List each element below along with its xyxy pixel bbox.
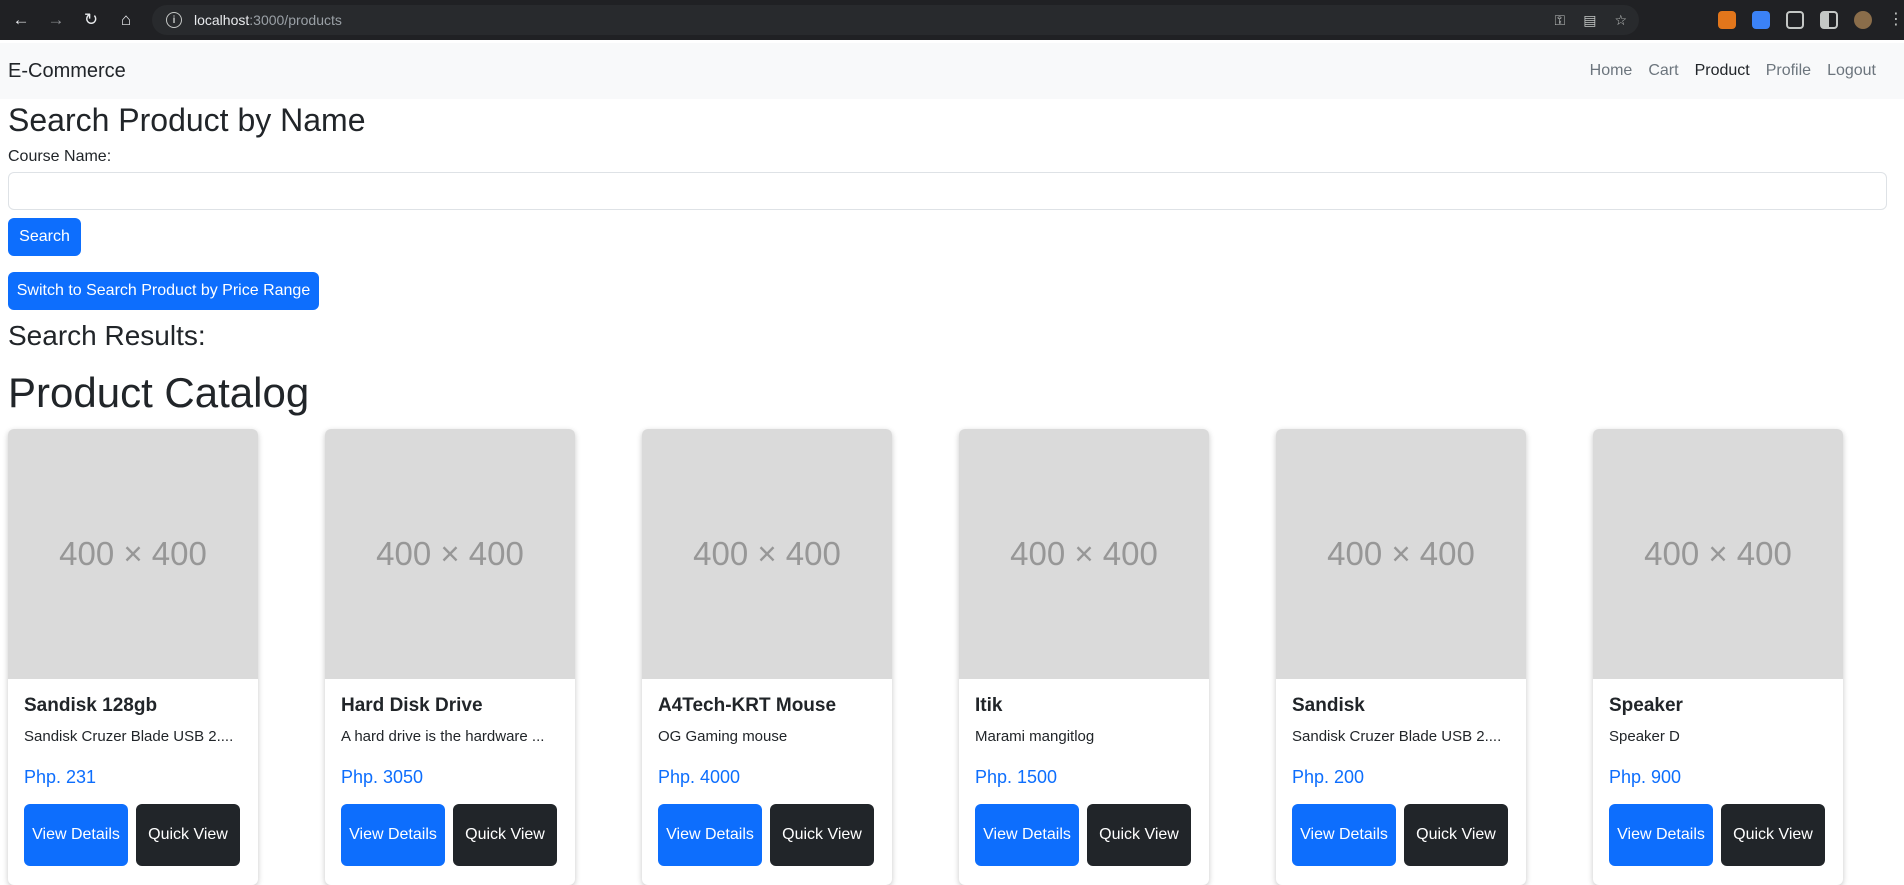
nav-product[interactable]: Product <box>1687 62 1758 80</box>
product-card: 400 × 400 Hard Disk Drive A hard drive i… <box>325 429 575 885</box>
site-navbar: E-Commerce Home Cart Product Profile Log… <box>0 43 1904 99</box>
product-image: 400 × 400 <box>959 429 1209 679</box>
back-icon[interactable]: ← <box>7 6 35 34</box>
address-bar[interactable]: i localhost:3000/products ⚿ ▤ ☆ <box>152 5 1639 35</box>
nav-links: Home Cart Product Profile Logout <box>1582 62 1884 80</box>
nav-cart[interactable]: Cart <box>1640 62 1686 80</box>
quick-view-button[interactable]: Quick View <box>136 804 240 866</box>
quick-view-button[interactable]: Quick View <box>1087 804 1191 866</box>
product-name: Speaker <box>1609 695 1683 716</box>
page: E-Commerce Home Cart Product Profile Log… <box>0 43 1904 885</box>
key-icon[interactable]: ⚿ <box>1555 12 1566 29</box>
url-path: :3000/products <box>249 12 342 28</box>
home-icon[interactable]: ⌂ <box>112 6 140 34</box>
product-name: Itik <box>975 695 1003 716</box>
main-content: Search Product by Name Course Name: Sear… <box>0 101 1904 419</box>
course-name-input[interactable] <box>8 172 1887 211</box>
product-name: Sandisk 128gb <box>24 695 158 716</box>
product-price: Php. 200 <box>1292 767 1365 787</box>
forward-icon[interactable]: → <box>42 6 70 34</box>
quick-view-button[interactable]: Quick View <box>770 804 874 866</box>
product-image: 400 × 400 <box>325 429 575 679</box>
product-card: 400 × 400 Speaker Speaker D Php. 900 Vie… <box>1593 429 1843 885</box>
view-details-button[interactable]: View Details <box>1292 804 1396 866</box>
product-image: 400 × 400 <box>1276 429 1526 679</box>
product-description: Sandisk Cruzer Blade USB 2.... <box>1292 728 1502 745</box>
brand-logo[interactable]: E-Commerce <box>8 60 126 83</box>
product-name: Sandisk <box>1292 695 1365 716</box>
product-price: Php. 900 <box>1609 767 1682 787</box>
switch-price-range-button[interactable]: Switch to Search Product by Price Range <box>8 272 319 311</box>
metamask-extension-icon[interactable] <box>1718 11 1736 29</box>
url-host: localhost <box>194 12 250 28</box>
product-name: A4Tech-KRT Mouse <box>658 695 837 716</box>
product-description: Sandisk Cruzer Blade USB 2.... <box>24 728 234 745</box>
product-card: 400 × 400 A4Tech-KRT Mouse OG Gaming mou… <box>642 429 892 885</box>
view-details-button[interactable]: View Details <box>24 804 128 866</box>
product-name: Hard Disk Drive <box>341 695 483 716</box>
product-card: 400 × 400 Sandisk Sandisk Cruzer Blade U… <box>1276 429 1526 885</box>
view-details-button[interactable]: View Details <box>975 804 1079 866</box>
product-price: Php. 4000 <box>658 767 741 787</box>
search-button[interactable]: Search <box>8 218 81 257</box>
view-details-button[interactable]: View Details <box>1609 804 1713 866</box>
nav-home[interactable]: Home <box>1582 62 1641 80</box>
search-title: Search Product by Name <box>8 102 366 138</box>
search-results-heading: Search Results: <box>8 320 206 352</box>
profile-avatar[interactable] <box>1854 11 1872 29</box>
product-price: Php. 231 <box>24 767 97 787</box>
catalog-title: Product Catalog <box>8 369 310 417</box>
product-description: Marami mangitlog <box>975 728 1095 745</box>
bookmark-star-icon[interactable]: ☆ <box>1614 12 1627 29</box>
quick-view-button[interactable]: Quick View <box>453 804 557 866</box>
product-description: Speaker D <box>1609 728 1680 745</box>
product-price: Php. 3050 <box>341 767 424 787</box>
quick-view-button[interactable]: Quick View <box>1721 804 1825 866</box>
nav-logout[interactable]: Logout <box>1819 62 1884 80</box>
quick-view-button[interactable]: Quick View <box>1404 804 1508 866</box>
product-image: 400 × 400 <box>1593 429 1843 679</box>
nav-profile[interactable]: Profile <box>1758 62 1819 80</box>
side-panel-icon[interactable] <box>1820 11 1838 29</box>
product-description: A hard drive is the hardware ... <box>341 728 545 745</box>
shield-extension-icon[interactable] <box>1752 11 1770 29</box>
extensions-puzzle-icon[interactable] <box>1786 11 1804 29</box>
product-description: OG Gaming mouse <box>658 728 788 745</box>
view-details-button[interactable]: View Details <box>341 804 445 866</box>
product-image: 400 × 400 <box>8 429 258 679</box>
view-details-button[interactable]: View Details <box>658 804 762 866</box>
product-price: Php. 1500 <box>975 767 1058 787</box>
browser-menu-icon[interactable]: ⋮ <box>1888 11 1904 29</box>
reload-icon[interactable]: ↻ <box>77 6 105 34</box>
product-card: 400 × 400 Sandisk 128gb Sandisk Cruzer B… <box>8 429 258 885</box>
product-image: 400 × 400 <box>642 429 892 679</box>
browser-toolbar: ← → ↻ ⌂ i localhost:3000/products ⚿ ▤ ☆ … <box>0 0 1904 40</box>
install-icon[interactable]: ▤ <box>1583 12 1596 29</box>
address-url[interactable]: localhost:3000/products <box>194 12 342 28</box>
course-name-label: Course Name: <box>8 148 112 166</box>
site-info-icon[interactable]: i <box>166 12 182 28</box>
product-card: 400 × 400 Itik Marami mangitlog Php. 150… <box>959 429 1209 885</box>
